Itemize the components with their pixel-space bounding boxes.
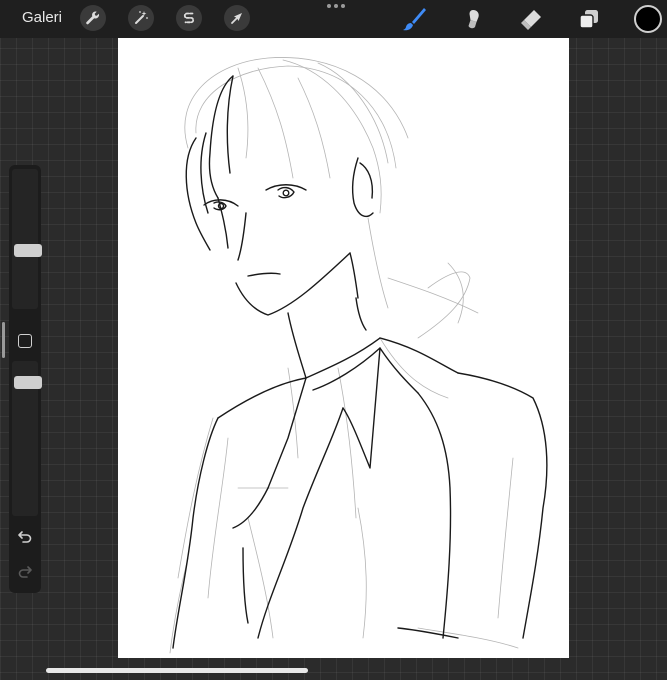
undo-icon[interactable] <box>17 528 33 549</box>
drawing-canvas[interactable] <box>118 38 569 658</box>
redo-icon[interactable] <box>17 563 33 584</box>
gallery-button[interactable]: Galeri <box>22 9 62 26</box>
arrow-cursor-icon[interactable] <box>224 5 250 31</box>
square-icon[interactable] <box>18 334 32 348</box>
home-indicator[interactable] <box>46 668 308 673</box>
sidebar-panel <box>9 165 42 593</box>
layers-icon[interactable] <box>576 6 602 32</box>
magic-wand-icon[interactable] <box>128 5 154 31</box>
selection-s-icon[interactable] <box>176 5 202 31</box>
brush-icon[interactable] <box>401 6 427 32</box>
brush-size-handle[interactable] <box>14 244 42 257</box>
top-toolbar: Galeri <box>0 0 667 38</box>
eraser-icon[interactable] <box>518 6 544 32</box>
brush-size-slider[interactable] <box>12 169 42 309</box>
brush-opacity-slider[interactable] <box>12 361 42 516</box>
color-picker-button[interactable] <box>634 5 662 33</box>
brush-opacity-handle[interactable] <box>14 376 42 389</box>
smudge-icon[interactable] <box>460 6 486 32</box>
sketch-drawing <box>169 57 548 654</box>
more-dots-icon[interactable] <box>327 4 345 8</box>
sidebar-position-handle[interactable] <box>2 322 5 358</box>
wrench-icon[interactable] <box>80 5 106 31</box>
